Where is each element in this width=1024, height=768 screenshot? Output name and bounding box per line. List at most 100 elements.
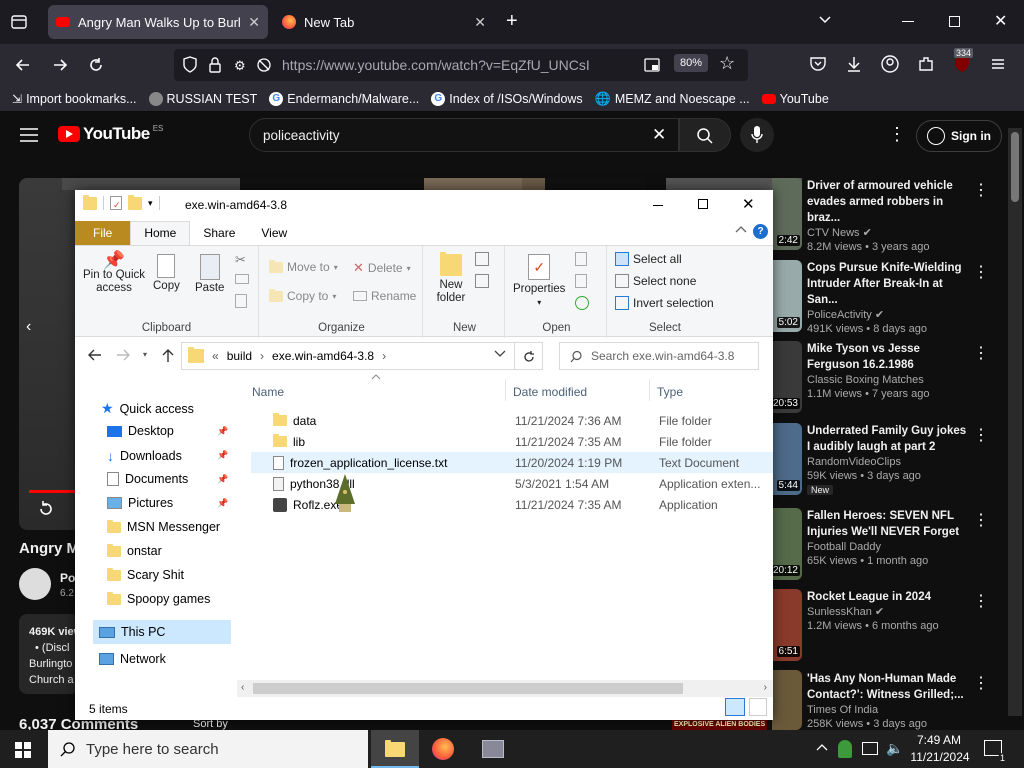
rec-item[interactable]: Cops Pursue Knife-Wielding Intruder Afte… (807, 260, 972, 336)
properties-button[interactable]: ✓ Properties ▾ (513, 254, 565, 307)
clock-date[interactable]: 11/21/2024 (908, 750, 972, 764)
rec-item[interactable]: 'Has Any Non-Human Made Contact?': Witne… (807, 671, 972, 730)
close-window-icon[interactable]: ✕ (994, 11, 1007, 31)
file-row[interactable]: python38.dll 5/3/2021 1:54 AM Applicatio… (251, 473, 773, 494)
close-icon[interactable]: ✕ (742, 195, 755, 213)
autoplay-blocked-icon[interactable] (256, 57, 272, 73)
column-divider[interactable] (649, 379, 650, 401)
url-bar[interactable]: ⚙ https://www.youtube.com/watch?v=EqZfU_… (174, 49, 748, 81)
history-icon[interactable] (575, 296, 589, 310)
rec-thumbnail[interactable]: 2:42 (772, 178, 802, 250)
extensions-icon[interactable] (916, 54, 936, 74)
rec-menu-icon[interactable]: ⋮ (973, 510, 989, 530)
pocket-icon[interactable] (808, 54, 828, 74)
back-icon[interactable] (87, 348, 103, 362)
youtube-logo[interactable]: YouTube ES (58, 124, 163, 144)
file-row[interactable]: Roflz.exe 11/21/2024 7:35 AM Application (251, 494, 773, 515)
open-icon[interactable] (575, 252, 587, 266)
nav-scary-shit[interactable]: Scary Shit (107, 567, 184, 582)
bookmark-russian-test[interactable]: RUSSIAN TEST (148, 91, 257, 106)
nav-desktop[interactable]: Desktop (107, 424, 174, 438)
rec-item[interactable]: Fallen Heroes: SEVEN NFL Injuries We'll … (807, 508, 972, 568)
clock-time[interactable]: 7:49 AM (916, 733, 962, 747)
close-tab-icon[interactable]: ✕ (248, 14, 260, 31)
reload-icon[interactable] (87, 56, 105, 74)
paste-button[interactable]: Paste (195, 254, 224, 294)
picture-in-picture-icon[interactable] (644, 57, 660, 73)
tab-new-tab[interactable]: New Tab ✕ (274, 5, 494, 39)
voice-search-button[interactable] (740, 118, 774, 152)
breadcrumb-current[interactable]: exe.win-amd64-3.8 (272, 349, 374, 363)
bookmark-star-icon[interactable]: ☆ (719, 53, 735, 74)
select-all-button[interactable]: Select all (615, 252, 682, 266)
minimize-icon[interactable] (902, 21, 914, 22)
minimize-icon[interactable] (653, 205, 663, 206)
delete-button[interactable]: ✕ Delete ▾ (353, 260, 411, 276)
scroll-left-icon[interactable]: ‹ (241, 682, 244, 693)
paste-shortcut-icon[interactable] (235, 294, 247, 308)
tab-list-icon[interactable] (10, 13, 28, 31)
guide-menu-icon[interactable] (20, 128, 38, 142)
related-thumb[interactable] (62, 178, 240, 190)
properties-icon[interactable]: ✓ (110, 196, 122, 210)
tab-file[interactable]: File (75, 221, 131, 245)
network-icon[interactable] (862, 742, 878, 755)
file-explorer-taskbar-icon[interactable] (371, 730, 419, 768)
breadcrumb-separator-icon[interactable]: › (260, 349, 264, 363)
edit-icon[interactable] (575, 274, 587, 288)
invert-selection-button[interactable]: Invert selection (615, 296, 714, 310)
new-tab-icon[interactable]: + (506, 10, 518, 33)
nav-onstar[interactable]: onstar (107, 543, 162, 558)
bookmark-import[interactable]: ⇲ Import bookmarks... (12, 92, 137, 106)
move-to-button[interactable]: Move to ▾ (269, 259, 338, 274)
channel-name[interactable]: Po (60, 571, 75, 585)
rec-menu-icon[interactable]: ⋮ (973, 673, 989, 693)
column-date-modified[interactable]: Date modified (513, 385, 587, 399)
collapse-ribbon-icon[interactable] (735, 224, 747, 234)
tab-view[interactable]: View (248, 222, 300, 244)
nav-quick-access[interactable]: ★ Quick access (101, 400, 194, 417)
channel-avatar[interactable] (19, 568, 51, 600)
rec-item[interactable]: Driver of armoured vehicle evades armed … (807, 178, 972, 254)
nav-this-pc[interactable]: This PC (93, 620, 231, 644)
rename-button[interactable]: Rename (353, 289, 416, 303)
forward-icon[interactable] (115, 348, 131, 362)
rec-thumbnail[interactable]: 5:02 (772, 260, 802, 332)
up-icon[interactable] (161, 348, 175, 364)
related-thumb[interactable] (424, 178, 522, 190)
scrollbar-thumb[interactable] (1011, 132, 1019, 202)
folder-icon[interactable] (83, 194, 97, 210)
description-box[interactable]: 469K view • (Discl Burlingto Church a (19, 614, 79, 694)
refresh-button[interactable] (515, 342, 543, 370)
forward-icon[interactable] (51, 56, 69, 74)
tab-share[interactable]: Share (190, 222, 248, 244)
address-dropdown-icon[interactable] (494, 349, 506, 359)
downloads-icon[interactable] (844, 54, 864, 74)
settings-more-icon[interactable]: ⋮ (888, 124, 906, 145)
nav-documents[interactable]: Documents (107, 472, 188, 486)
select-none-button[interactable]: Select none (615, 274, 696, 288)
tab-home[interactable]: Home (130, 221, 191, 245)
help-icon[interactable]: ? (753, 224, 768, 239)
horizontal-scrollbar[interactable]: ‹ › (237, 680, 773, 697)
breadcrumb-separator-icon[interactable]: › (382, 349, 386, 363)
copy-path-icon[interactable] (235, 274, 249, 284)
pin-to-quick-access-button[interactable]: 📌 Pin to Quick access (81, 251, 147, 295)
page-scrollbar[interactable] (1008, 128, 1022, 716)
large-icons-view-icon[interactable] (749, 698, 767, 716)
close-tab-icon[interactable]: ✕ (474, 14, 486, 31)
tab-youtube[interactable]: Angry Man Walks Up to Burling ✕ (48, 5, 268, 39)
permissions-icon[interactable]: ⚙ (234, 58, 246, 74)
column-divider[interactable] (505, 379, 506, 401)
nav-spoopy-games[interactable]: Spoopy games (107, 591, 210, 606)
rec-thumbnail[interactable] (772, 670, 802, 730)
search-input[interactable]: policeactivity ✕ (249, 118, 679, 152)
show-hidden-icons-icon[interactable] (816, 742, 828, 752)
bookmark-memz[interactable]: 🌐 MEMZ and Noescape ... (595, 91, 750, 107)
rec-item[interactable]: Rocket League in 2024 SunlessKhan ✔ 1.2M… (807, 589, 972, 633)
nav-network[interactable]: Network (99, 652, 166, 666)
volume-icon[interactable]: 🔈 (886, 740, 903, 757)
overflow-chevron-icon[interactable]: « (212, 349, 219, 363)
nav-msn-messenger[interactable]: MSN Messenger (107, 519, 220, 534)
bookmark-endermanch[interactable]: G Endermanch/Malware... (269, 91, 419, 106)
